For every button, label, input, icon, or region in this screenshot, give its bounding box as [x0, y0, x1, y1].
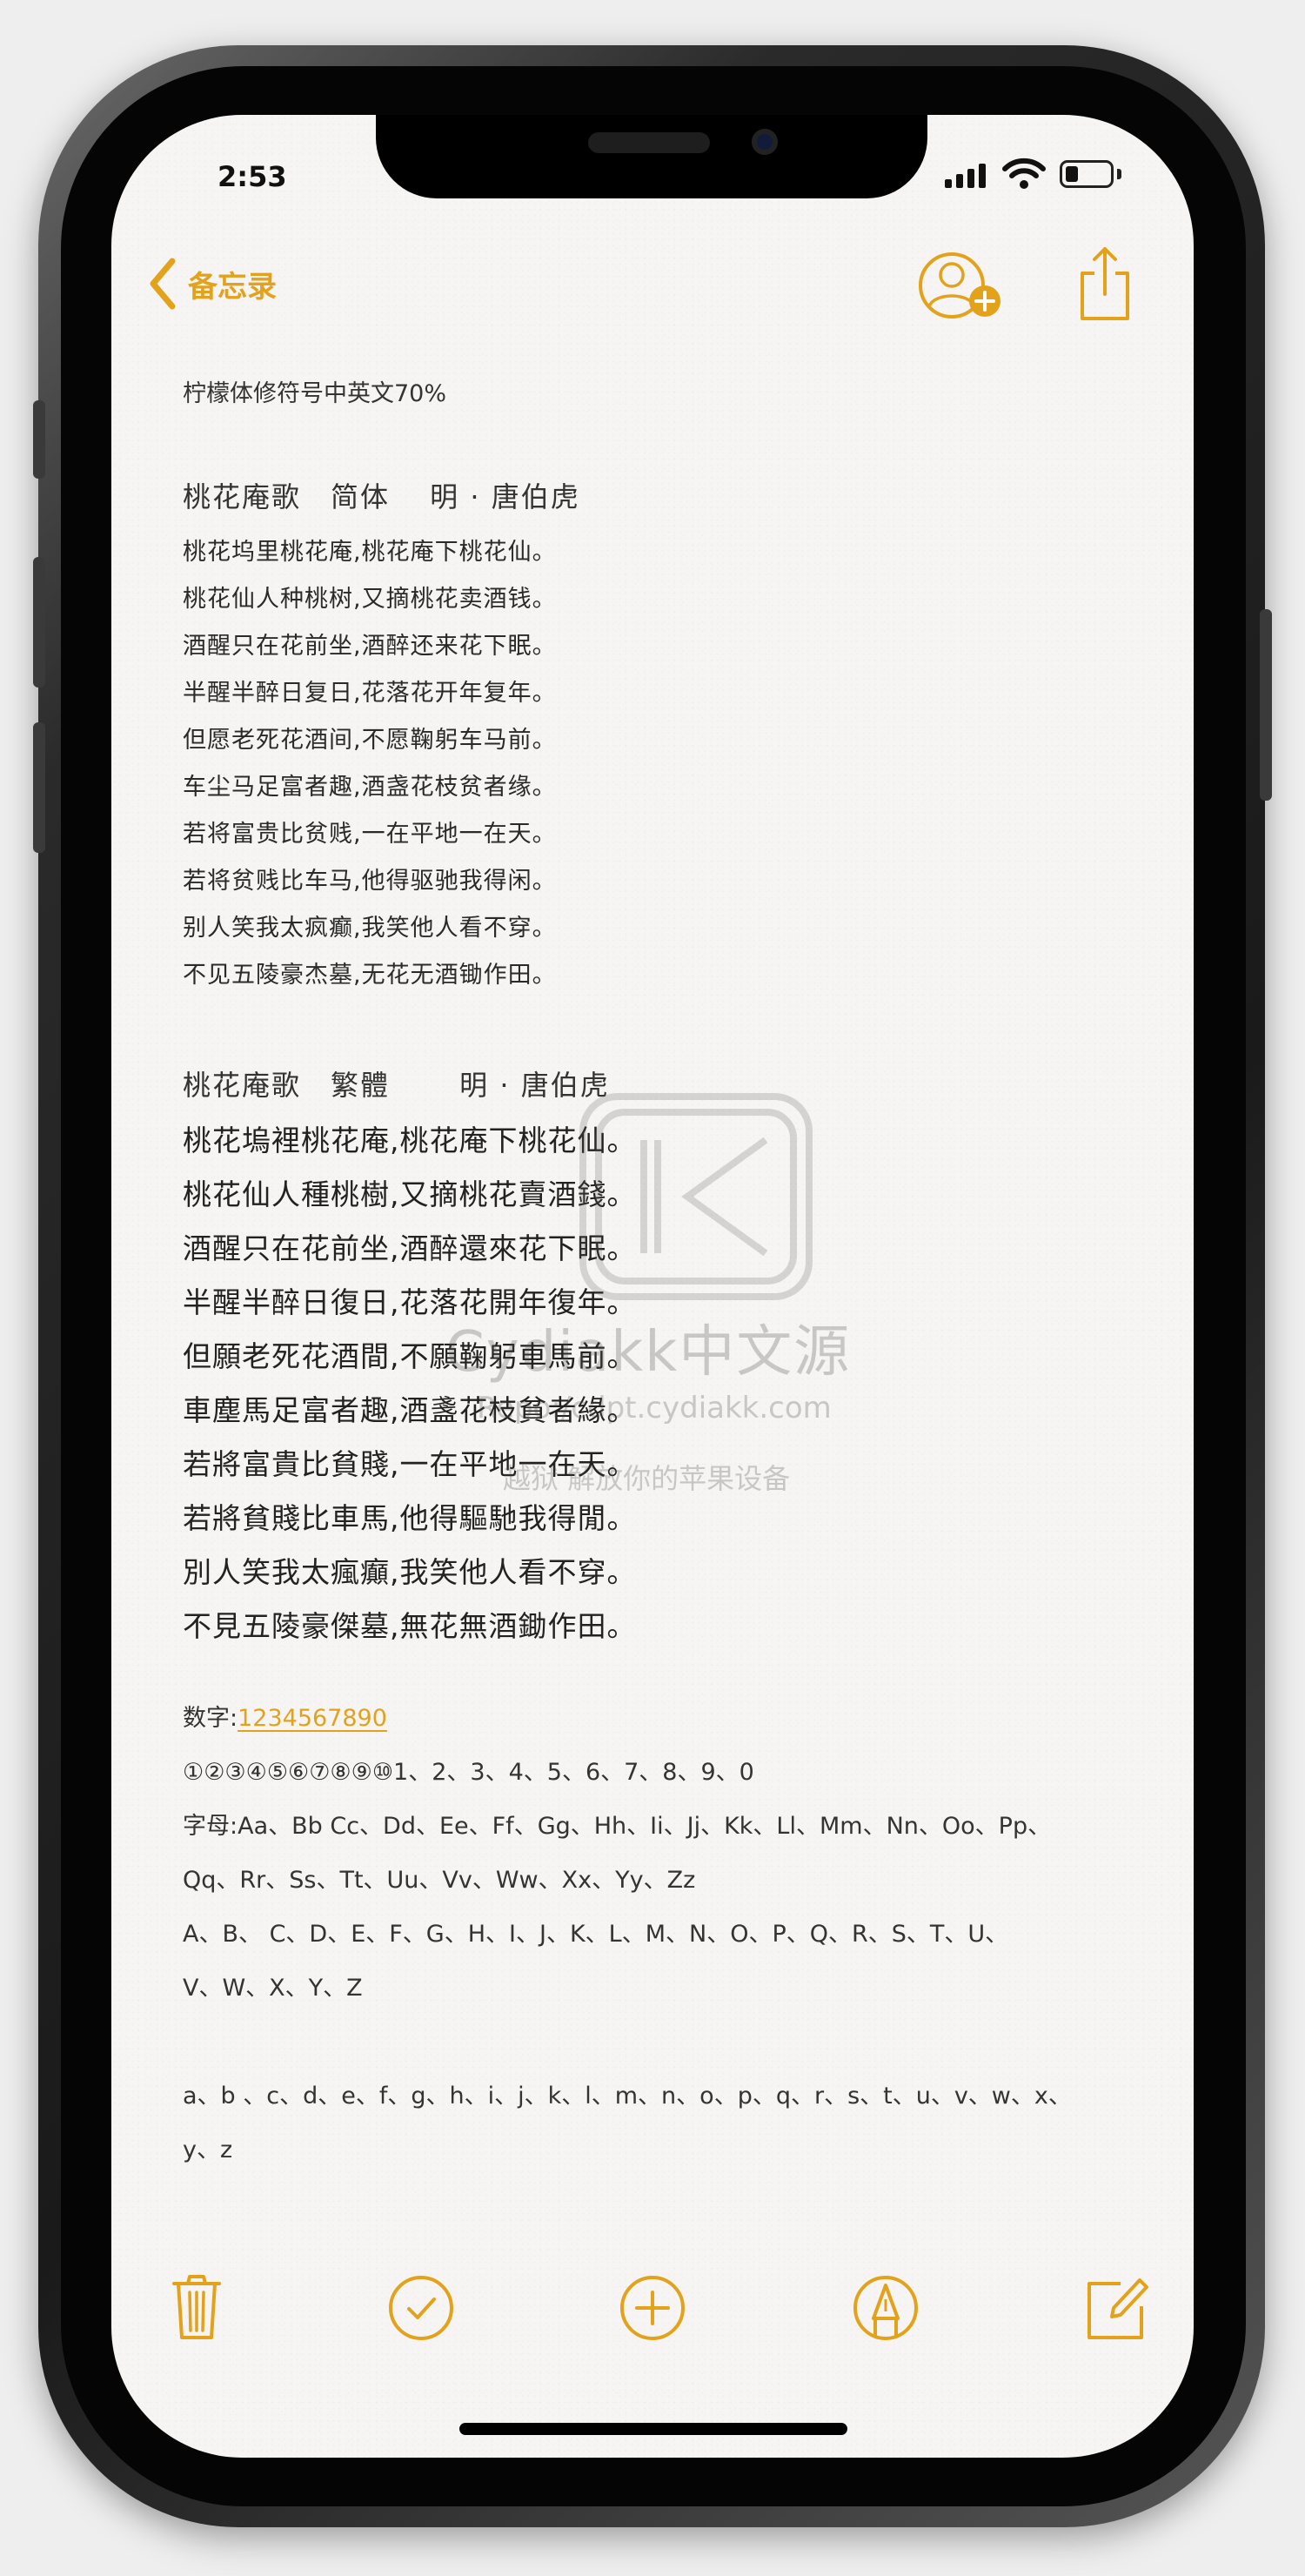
watermark-brand: Cydiakk中文源 — [445, 1320, 852, 1385]
front-camera — [752, 129, 778, 155]
poem-simplified-line: 桃花仙人种桃树,又摘桃花卖酒钱。 — [183, 586, 557, 613]
poem-simplified-line: 半醒半醉日复日,花落花开年复年。 — [183, 680, 557, 707]
poem-simplified-line: 不见五陵豪杰墓,无花无酒锄作田。 — [183, 962, 557, 989]
poem-simplified-line: 若将富贵比贫贱,一在平地一在天。 — [183, 821, 557, 848]
lowercase-line: y、z — [183, 2137, 233, 2163]
back-button[interactable]: 备忘录 — [148, 258, 277, 310]
poem-simplified-line: 但愿老死花酒间,不愿鞠躬车马前。 — [183, 727, 557, 754]
poem-simplified-line: 酒醒只在花前坐,酒醉还来花下眠。 — [183, 633, 557, 660]
wifi-icon — [1002, 157, 1046, 195]
plus-circle-icon — [620, 2276, 685, 2340]
poem-simplified-line: 若将贫贱比车马,他得驱驰我得闲。 — [183, 868, 557, 895]
poem-simplified-line: 别人笑我太疯癫,我笑他人看不穿。 — [183, 915, 557, 942]
volume-up-button — [33, 557, 45, 688]
add-people-button[interactable] — [917, 252, 1004, 325]
digits-link[interactable]: 1234567890 — [238, 1705, 387, 1732]
notch — [376, 115, 927, 198]
pen-tip-circle-icon — [853, 2276, 918, 2340]
poem-traditional-title: 桃花庵歌 繁體 明 · 唐伯虎 — [183, 1069, 610, 1102]
chevron-left-icon — [150, 258, 176, 310]
share-button[interactable] — [1077, 245, 1133, 325]
cellular-signal-icon — [945, 164, 990, 191]
digits-line: 数字:1234567890 — [183, 1699, 387, 1733]
power-button — [1260, 609, 1272, 801]
trash-icon — [172, 2275, 221, 2339]
battery-icon — [1060, 160, 1114, 188]
note-header: 柠檬体修符号中英文70% — [183, 380, 447, 407]
poem-simplified-line: 桃花坞里桃花庵,桃花庵下桃花仙。 — [183, 539, 557, 566]
add-button[interactable] — [618, 2273, 687, 2346]
poem-traditional-line: 桃花塢裡桃花庵,桃花庵下桃花仙。 — [183, 1124, 637, 1157]
watermark-url: Repo:/cdpt.cydiakk.com — [477, 1391, 832, 1426]
home-indicator[interactable] — [459, 2423, 847, 2435]
battery-cap — [1117, 169, 1121, 179]
poem-traditional-line: 若將貧賤比車馬,他得驅馳我得閒。 — [183, 1501, 637, 1535]
volume-down-button — [33, 722, 45, 853]
back-button-label: 备忘录 — [188, 269, 277, 305]
checkmark-circle-icon — [389, 2276, 453, 2340]
watermark-slogan: 越狱 解放你的苹果设备 — [503, 1462, 791, 1495]
compose-button[interactable] — [1082, 2273, 1152, 2346]
mute-switch — [33, 400, 45, 479]
letters-line: 字母:Aa、Bb Cc、Dd、Ee、Ff、Gg、Hh、Ii、Jj、Kk、Ll、M… — [183, 1813, 1052, 1840]
poem-simplified-line: 车尘马足富者趣,酒盏花枝贫者缘。 — [183, 774, 557, 801]
markup-button[interactable] — [851, 2273, 920, 2346]
poem-simplified-title: 桃花庵歌 简体 明 · 唐伯虎 — [183, 480, 580, 513]
uppercase-line: V、W、X、Y、Z — [183, 1975, 363, 2002]
poem-traditional-line: 桃花仙人種桃樹,又摘桃花賣酒錢。 — [183, 1177, 637, 1211]
checklist-button[interactable] — [386, 2273, 456, 2346]
status-time: 2:53 — [218, 160, 287, 193]
speaker-grille — [588, 132, 710, 153]
share-icon — [1081, 247, 1129, 320]
compose-icon — [1088, 2278, 1148, 2339]
poem-traditional-line: 酒醒只在花前坐,酒醉還來花下眠。 — [183, 1231, 637, 1265]
poem-traditional-line: 別人笑我太瘋癲,我笑他人看不穿。 — [183, 1555, 637, 1589]
circled-numbers-line: ①②③④⑤⑥⑦⑧⑨⑩1、2、3、4、5、6、7、8、9、0 — [183, 1759, 754, 1786]
letters-line: Qq、Rr、Ss、Tt、Uu、Vv、Ww、Xx、Yy、Zz — [183, 1867, 696, 1894]
uppercase-line: A、B、 C、D、E、F、G、H、I、J、K、L、M、N、O、P、Q、R、S、T… — [183, 1921, 1009, 1948]
lowercase-line: a、b 、c、d、e、f、g、h、i、j、k、l、m、n、o、p、q、r、s、t… — [183, 2083, 1072, 2110]
digits-label: 数字: — [183, 1705, 238, 1732]
poem-traditional-line: 不見五陵豪傑墓,無花無酒鋤作田。 — [183, 1609, 637, 1643]
add-person-icon — [919, 252, 1000, 319]
delete-button[interactable] — [171, 2273, 223, 2346]
